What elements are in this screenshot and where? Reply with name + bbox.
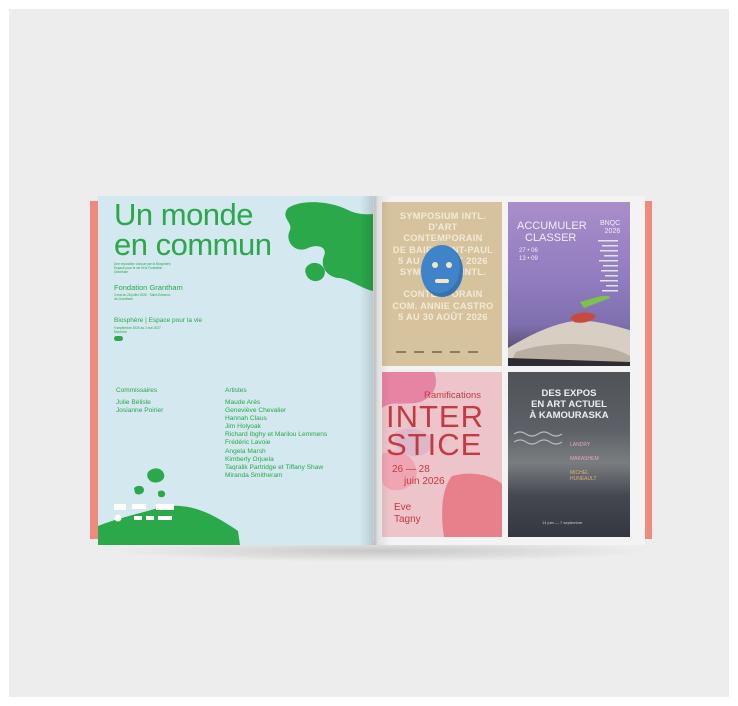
poster-accumuler-title: ACCUMULER CLASSER [517, 220, 587, 244]
poster-kamouraska-waves [513, 431, 563, 445]
poster-accumuler: ACCUMULER CLASSER BNQC 2026 27 • 06 13 •… [508, 202, 630, 366]
venue2-detail: 9 septembre 2026 au 2 mai 2027 · Montréa… [114, 326, 163, 335]
blue-mask-image [421, 245, 463, 297]
page-title: Un monde en commun [114, 197, 272, 262]
venue1-name: Fondation Grantham [114, 283, 183, 292]
poster-kamouraska-name1: LANDRY [570, 442, 591, 448]
mask-mouth [435, 279, 449, 283]
mask-eye-right [446, 262, 452, 268]
commissaires-list: Julie Bélisle Josianne Poirier [116, 399, 164, 415]
poster-accumuler-tag: BNQC 2026 [600, 220, 621, 235]
venue2-name: Biosphère | Espace pour la vie [114, 317, 203, 324]
artistes-heading: Artistes [225, 387, 247, 394]
poster-kamouraska-title: DES EXPOS EN ART ACTUEL À KAMOURASKA [529, 388, 609, 421]
poster-interstice-date1: 26 — 28 [392, 464, 430, 475]
poster-kamouraska: DES EXPOS EN ART ACTUEL À KAMOURASKA LAN… [508, 372, 630, 537]
partner-logos [114, 504, 174, 522]
poster-accumuler-shell-image [508, 296, 630, 366]
poster-kamouraska-name4: HUNEAULT [570, 476, 597, 482]
poster-interstice-big2: STICE [386, 427, 483, 462]
commissaires-heading: Commissaires [116, 387, 158, 394]
poster-kamouraska-foot: 14 juin — 7 septembre [542, 520, 583, 525]
poster-interstice: Ramifications INTER STICE 26 — 28 juin 2… [382, 372, 502, 537]
venue-logo-icon [114, 336, 123, 341]
venue1-detail: 3 mai au 26 juillet 2026 · Saint-Edmond-… [114, 293, 171, 302]
poster-interstice-date2: juin 2026 [404, 476, 445, 487]
left-page: Un monde en commun Une exposition conçue… [98, 196, 373, 545]
poster-accumuler-dates: 27 • 06 13 • 09 [519, 248, 538, 262]
intro-text: Une exposition conçue par la Biosphère, … [114, 262, 172, 275]
artistes-list: Maude Arès Geneviève Chevalier Hannah Clau… [225, 399, 328, 479]
poster-kamouraska-name2: MAKASHEM [570, 456, 599, 462]
mask-eye-left [432, 262, 438, 268]
poster-interstice-name: Eve Tagny [394, 502, 421, 525]
poster-symposium-logos [396, 351, 478, 353]
